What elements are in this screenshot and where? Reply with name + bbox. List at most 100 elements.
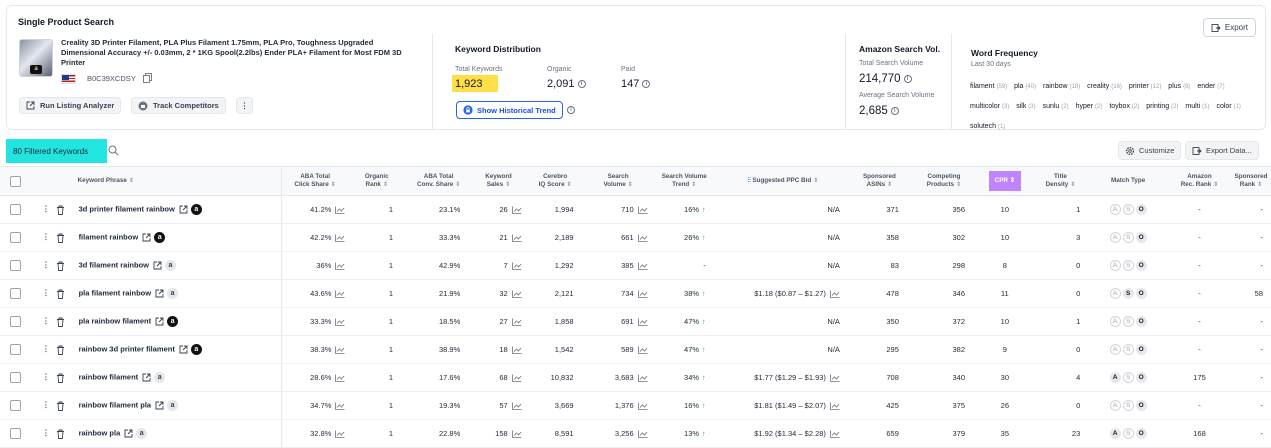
match-type-s-toggle[interactable]: S bbox=[1122, 232, 1134, 243]
match-type-o-toggle[interactable]: O bbox=[1135, 260, 1147, 271]
external-link-icon[interactable] bbox=[179, 205, 188, 214]
word-frequency-item[interactable]: plus (8) bbox=[1168, 83, 1190, 90]
info-icon[interactable]: i bbox=[567, 106, 575, 114]
match-type-a-toggle[interactable]: A bbox=[1109, 204, 1121, 215]
match-type-a-toggle[interactable]: A bbox=[1109, 428, 1121, 439]
header-amazon-rec-rank[interactable]: Amazon Rec. Rank ⇕ bbox=[1168, 166, 1231, 196]
show-historical-trend-button[interactable]: Show Historical Trend bbox=[456, 101, 563, 119]
match-type-o-toggle[interactable]: O bbox=[1135, 288, 1147, 299]
select-all-checkbox[interactable] bbox=[10, 175, 22, 187]
match-type-s-toggle[interactable]: S bbox=[1122, 288, 1134, 299]
chart-icon[interactable] bbox=[637, 430, 648, 438]
product-image[interactable]: a bbox=[19, 39, 53, 77]
match-type-s-toggle[interactable]: S bbox=[1122, 372, 1134, 383]
chart-icon[interactable] bbox=[511, 290, 522, 298]
header-sponsored-rank[interactable]: Sponsored Rank ⇕ bbox=[1230, 166, 1271, 196]
row-menu-icon[interactable]: ⋮ bbox=[42, 344, 50, 353]
info-icon[interactable]: i bbox=[903, 75, 912, 83]
row-menu-icon[interactable]: ⋮ bbox=[42, 428, 50, 437]
word-frequency-item[interactable]: filament (59) bbox=[970, 83, 1007, 90]
info-icon[interactable]: i bbox=[890, 107, 899, 115]
trash-icon[interactable] bbox=[56, 373, 65, 383]
amazon-icon[interactable]: a bbox=[154, 232, 166, 243]
trash-icon[interactable] bbox=[56, 317, 65, 327]
word-frequency-item[interactable]: printer (12) bbox=[1129, 83, 1161, 90]
row-menu-icon[interactable]: ⋮ bbox=[42, 204, 50, 213]
chart-icon[interactable] bbox=[637, 346, 648, 354]
row-checkbox[interactable] bbox=[10, 400, 22, 411]
chart-icon[interactable] bbox=[511, 318, 522, 326]
match-type-o-toggle[interactable]: O bbox=[1135, 428, 1147, 439]
header-title-density[interactable]: Title Density ⇕ bbox=[1032, 166, 1089, 196]
external-link-icon[interactable] bbox=[155, 289, 164, 298]
trash-icon[interactable] bbox=[56, 261, 65, 271]
match-type-a-toggle[interactable]: A bbox=[1109, 288, 1121, 299]
trash-icon[interactable] bbox=[56, 289, 65, 299]
row-menu-icon[interactable]: ⋮ bbox=[42, 232, 50, 241]
amazon-icon[interactable]: a bbox=[165, 260, 176, 271]
match-type-s-toggle[interactable]: S bbox=[1122, 344, 1134, 355]
table-row[interactable]: ⋮ 3d filament rainbow a 36% 1 42.9% 7 1,292 385… bbox=[0, 251, 1271, 280]
header-search-volume-trend[interactable]: Search Volume Trend ⇕ bbox=[650, 166, 718, 196]
external-link-icon[interactable] bbox=[124, 429, 133, 438]
chart-icon[interactable] bbox=[830, 374, 840, 382]
chart-icon[interactable] bbox=[511, 234, 522, 242]
info-icon[interactable]: i bbox=[577, 80, 586, 88]
chart-icon[interactable] bbox=[637, 290, 648, 298]
match-type-a-toggle[interactable]: A bbox=[1109, 316, 1121, 327]
row-menu-icon[interactable]: ⋮ bbox=[42, 316, 50, 325]
match-type-o-toggle[interactable]: O bbox=[1135, 344, 1147, 355]
track-competitors-button[interactable]: Track Competitors bbox=[131, 97, 226, 114]
amazon-icon[interactable]: a bbox=[167, 400, 179, 411]
header-cerebro-iq-score[interactable]: Cerebro IQ Score ⇕ bbox=[524, 166, 586, 196]
word-frequency-item[interactable]: multicolor (3) bbox=[970, 103, 1009, 110]
chart-icon[interactable] bbox=[511, 374, 522, 382]
word-frequency-item[interactable]: solutech (1) bbox=[970, 123, 1005, 130]
header-keyword-sales[interactable]: Keyword Sales ⇕ bbox=[472, 166, 525, 196]
run-listing-analyzer-button[interactable]: Run Listing Analyzer bbox=[19, 97, 122, 114]
chart-icon[interactable] bbox=[335, 346, 345, 354]
chart-icon[interactable] bbox=[637, 206, 648, 214]
info-icon[interactable]: i bbox=[642, 80, 651, 88]
word-frequency-item[interactable]: creality (16) bbox=[1087, 83, 1122, 90]
trash-icon[interactable] bbox=[56, 401, 65, 411]
match-type-a-toggle[interactable]: A bbox=[1109, 344, 1121, 355]
chart-icon[interactable] bbox=[335, 262, 345, 270]
chart-icon[interactable] bbox=[830, 402, 840, 410]
row-menu-icon[interactable]: ⋮ bbox=[42, 288, 50, 297]
external-link-icon[interactable] bbox=[155, 317, 164, 326]
trash-icon[interactable] bbox=[56, 429, 65, 439]
customize-button[interactable]: Customize bbox=[1118, 141, 1182, 160]
match-type-s-toggle[interactable]: S bbox=[1122, 400, 1134, 411]
external-link-icon[interactable] bbox=[153, 261, 162, 270]
header-organic-rank[interactable]: Organic Rank ⇕ bbox=[348, 166, 406, 196]
amazon-icon[interactable]: a bbox=[136, 428, 148, 439]
row-checkbox[interactable] bbox=[10, 344, 22, 355]
amazon-icon[interactable]: a bbox=[154, 372, 166, 383]
external-link-icon[interactable] bbox=[142, 373, 151, 382]
word-frequency-item[interactable]: toybox (2) bbox=[1109, 103, 1139, 110]
chart-icon[interactable] bbox=[335, 402, 345, 410]
amazon-icon[interactable]: a bbox=[190, 344, 202, 355]
table-row[interactable]: ⋮ rainbow pla a 32.8% 1 22.8% 158 8,591 3,256 13… bbox=[0, 419, 1271, 448]
row-checkbox[interactable] bbox=[10, 428, 22, 439]
row-checkbox[interactable] bbox=[10, 204, 22, 215]
match-type-a-toggle[interactable]: A bbox=[1109, 400, 1121, 411]
word-frequency-item[interactable]: color (1) bbox=[1216, 103, 1240, 110]
trash-icon[interactable] bbox=[56, 345, 65, 355]
match-type-o-toggle[interactable]: O bbox=[1135, 400, 1147, 411]
row-checkbox[interactable] bbox=[10, 288, 22, 299]
search-icon[interactable] bbox=[108, 145, 119, 156]
word-frequency-item[interactable]: multi (1) bbox=[1185, 103, 1209, 110]
match-type-s-toggle[interactable]: S bbox=[1122, 316, 1134, 327]
row-menu-icon[interactable]: ⋮ bbox=[42, 400, 50, 409]
row-menu-icon[interactable]: ⋮ bbox=[42, 372, 50, 381]
row-checkbox[interactable] bbox=[10, 260, 22, 271]
chart-icon[interactable] bbox=[335, 374, 345, 382]
match-type-s-toggle[interactable]: S bbox=[1122, 428, 1134, 439]
row-menu-icon[interactable]: ⋮ bbox=[42, 260, 50, 269]
table-row[interactable]: ⋮ rainbow 3d printer filament a 38.3% 1 38.9… bbox=[0, 335, 1271, 364]
amazon-icon[interactable]: a bbox=[190, 204, 202, 215]
amazon-icon[interactable]: a bbox=[167, 316, 179, 327]
chart-icon[interactable] bbox=[637, 262, 648, 270]
